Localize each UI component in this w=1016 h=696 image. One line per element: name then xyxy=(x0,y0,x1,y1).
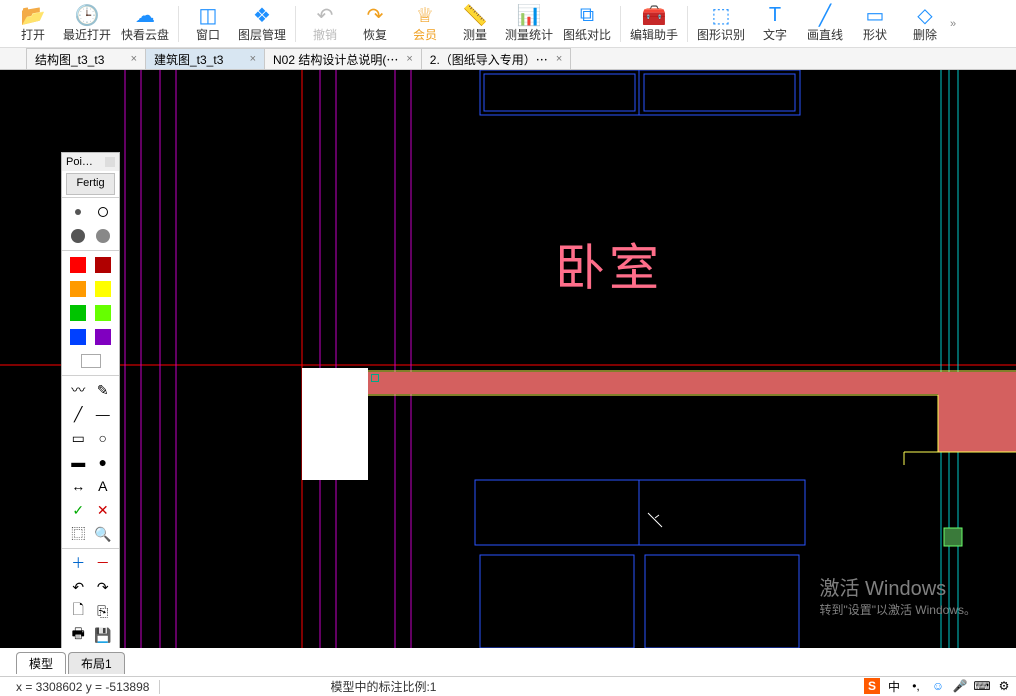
tool-crop[interactable]: ⿴ xyxy=(68,525,88,543)
tool-freehand[interactable]: 〰 xyxy=(68,381,88,399)
ime-settings-icon[interactable]: ⚙ xyxy=(996,678,1012,694)
ime-emoji-icon[interactable]: ☺ xyxy=(930,678,946,694)
assist-button[interactable]: 🧰编辑助手 xyxy=(625,2,683,46)
cad-svg xyxy=(0,70,1016,648)
ime-punct-icon[interactable]: •, xyxy=(908,678,924,694)
tool-ok[interactable]: ✓ xyxy=(68,501,88,519)
color-blue[interactable] xyxy=(68,328,88,346)
close-icon[interactable]: × xyxy=(242,53,256,65)
cloud-button[interactable]: ☁快看云盘 xyxy=(116,2,174,46)
compare-button[interactable]: ⧉图纸对比 xyxy=(558,2,616,46)
vip-button[interactable]: ♕会员 xyxy=(400,2,450,46)
tool-cancel[interactable]: ✕ xyxy=(93,501,113,519)
color-red[interactable] xyxy=(68,256,88,274)
layout1-tab[interactable]: 布局1 xyxy=(68,652,125,674)
tool-zoom[interactable]: 🔍 xyxy=(93,525,113,543)
tool-oval[interactable]: ○ xyxy=(93,429,113,447)
file-tabs: 结构图_t3_t3× 建筑图_t3_t3× N02 结构设计总说明(⋯× 2.（… xyxy=(0,48,1016,70)
tab-architecture[interactable]: 建筑图_t3_t3× xyxy=(145,48,265,69)
windows-watermark: 激活 Windows 转到"设置"以激活 Windows。 xyxy=(819,572,976,618)
coord-display: x = 3308602 y = -513898 xyxy=(6,680,159,694)
drawing-canvas[interactable]: 卧室 Poi… Fertig 〰 ✎ ╱ — ▭ ○ ▬ ● ↔ A ✓ ✕ ⿴ 🔍 ＋ － ↶… xyxy=(0,70,1016,648)
tool-palette: Poi… Fertig 〰 ✎ ╱ — ▭ ○ ▬ ● ↔ A ✓ ✕ ⿴ 🔍 ＋ － ↶ ↷ 🗋… xyxy=(61,152,120,648)
color-purple[interactable] xyxy=(93,328,113,346)
tab-structure[interactable]: 结构图_t3_t3× xyxy=(26,48,146,69)
recent-button[interactable]: 🕒最近打开 xyxy=(58,2,116,46)
palette-header[interactable]: Poi… xyxy=(62,153,119,171)
selection-box xyxy=(302,368,368,480)
tab-n02[interactable]: N02 结构设计总说明(⋯× xyxy=(264,48,422,69)
tool-pen[interactable]: ✎ xyxy=(93,381,113,399)
selection-anchor xyxy=(371,374,379,382)
fertig-button[interactable]: Fertig xyxy=(66,173,115,195)
ime-mic-icon[interactable]: 🎤 xyxy=(952,678,968,694)
ime-keyboard-icon[interactable]: ⌨ xyxy=(974,678,990,694)
close-icon[interactable]: × xyxy=(548,53,562,65)
tool-dash[interactable]: — xyxy=(93,405,113,423)
dot-large-1[interactable] xyxy=(68,227,88,245)
tool-sub[interactable]: － xyxy=(93,554,113,572)
tool-save[interactable]: 💾 xyxy=(93,626,113,644)
color-green[interactable] xyxy=(68,304,88,322)
toolbar-more-button[interactable]: » xyxy=(950,18,968,30)
color-lime[interactable] xyxy=(93,304,113,322)
color-dkred[interactable] xyxy=(93,256,113,274)
color-white[interactable] xyxy=(81,352,101,370)
layers-button[interactable]: ❖图层管理 xyxy=(233,2,291,46)
line-button[interactable]: ╱画直线 xyxy=(800,2,850,46)
open-button[interactable]: 📂打开 xyxy=(8,2,58,46)
close-icon[interactable]: × xyxy=(123,53,137,65)
tool-rect[interactable]: ▭ xyxy=(68,429,88,447)
tool-redo[interactable]: ↷ xyxy=(93,578,113,596)
tool-filloval[interactable]: ● xyxy=(93,453,113,471)
tool-text[interactable]: A xyxy=(93,477,113,495)
color-yellow[interactable] xyxy=(93,280,113,298)
layout-tabs: 模型 布局1 xyxy=(16,652,127,674)
tool-line[interactable]: ╱ xyxy=(68,405,88,423)
ime-tray: S 中 •, ☺ 🎤 ⌨ ⚙ xyxy=(864,676,1012,696)
tool-fillrect[interactable]: ▬ xyxy=(68,453,88,471)
tool-copy[interactable]: ⎘ xyxy=(93,602,113,620)
text-button[interactable]: T文字 xyxy=(750,2,800,46)
window-button[interactable]: ◫窗口 xyxy=(183,2,233,46)
dot-medium[interactable] xyxy=(93,203,113,221)
main-toolbar: 📂打开 🕒最近打开 ☁快看云盘 ◫窗口 ❖图层管理 ↶撤销 ↷恢复 ♕会员 📏测… xyxy=(0,0,1016,48)
tool-dim[interactable]: ↔ xyxy=(68,477,88,495)
close-icon[interactable]: × xyxy=(398,53,412,65)
dot-small[interactable] xyxy=(68,203,88,221)
ime-lang[interactable]: 中 xyxy=(886,678,902,694)
tool-print[interactable]: 🖶 xyxy=(68,626,88,644)
tab-import[interactable]: 2.（图纸导入专用）⋯× xyxy=(421,48,571,69)
scale-display: 模型中的标注比例:1 xyxy=(320,678,446,695)
ime-logo-icon[interactable]: S xyxy=(864,678,880,694)
dot-large-2[interactable] xyxy=(93,227,113,245)
shape-button[interactable]: ▭形状 xyxy=(850,2,900,46)
redo-button[interactable]: ↷恢复 xyxy=(350,2,400,46)
room-label: 卧室 xyxy=(555,228,663,300)
undo-button[interactable]: ↶撤销 xyxy=(300,2,350,46)
measure-button[interactable]: 📏测量 xyxy=(450,2,500,46)
tool-new[interactable]: 🗋 xyxy=(68,602,88,620)
measure-stat-button[interactable]: 📊测量统计 xyxy=(500,2,558,46)
model-tab[interactable]: 模型 xyxy=(16,652,66,674)
delete-button[interactable]: ◇删除 xyxy=(900,2,950,46)
color-orange[interactable] xyxy=(68,280,88,298)
tool-undo[interactable]: ↶ xyxy=(68,578,88,596)
recognize-button[interactable]: ⬚图形识别 xyxy=(692,2,750,46)
tool-add[interactable]: ＋ xyxy=(68,554,88,572)
